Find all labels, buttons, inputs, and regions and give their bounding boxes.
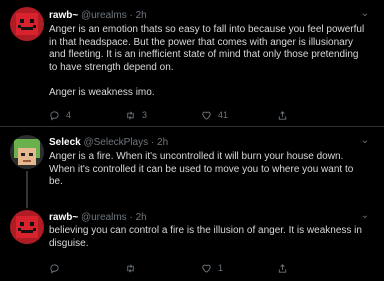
reply-count: 4 bbox=[66, 109, 72, 120]
display-name[interactable]: Seleck bbox=[49, 137, 81, 148]
avatar[interactable] bbox=[10, 135, 44, 169]
retweet-count: 3 bbox=[142, 109, 148, 120]
tweet[interactable]: Seleck @SeleckPlays · 2h ⌄ Anger is a fi… bbox=[0, 127, 384, 204]
green-hair-pixel-face-avatar bbox=[10, 135, 44, 169]
share-icon bbox=[278, 263, 287, 273]
like-button[interactable]: 41 bbox=[201, 108, 228, 122]
thread-line bbox=[26, 171, 28, 204]
tweet-paragraph: believing you can control a fire is the … bbox=[49, 225, 362, 249]
tweet-paragraph: Anger is weakness imo. bbox=[49, 86, 155, 98]
separator-dot: · bbox=[129, 10, 133, 21]
timestamp[interactable]: 2h bbox=[136, 212, 147, 223]
tweet-text: believing you can control a fire is the … bbox=[49, 225, 367, 250]
retweet-button[interactable] bbox=[125, 261, 142, 275]
separator-dot: · bbox=[150, 137, 155, 148]
timestamp[interactable]: 2h bbox=[157, 137, 168, 148]
display-name[interactable]: rawb~ bbox=[49, 212, 78, 223]
red-pixel-face-avatar bbox=[10, 210, 44, 244]
tweet-header: Seleck @SeleckPlays · 2h bbox=[49, 137, 168, 149]
like-count: 1 bbox=[218, 262, 224, 273]
user-handle[interactable]: @urealms bbox=[81, 10, 127, 21]
tweet-actions: 1 bbox=[49, 261, 349, 275]
tweet-text: Anger is a fire. When it's uncontrolled … bbox=[49, 151, 367, 189]
reply-button[interactable] bbox=[49, 261, 66, 275]
tweet-header: rawb~ @urealms · 2h bbox=[49, 212, 147, 224]
reply-button[interactable]: 4 bbox=[49, 108, 71, 122]
like-button[interactable]: 1 bbox=[201, 261, 223, 275]
tweet[interactable]: rawb~ @urealms · 2h ⌄ believing you can … bbox=[0, 204, 384, 281]
thread-line bbox=[26, 204, 28, 208]
tweet-paragraph: Anger is a fire. When it's uncontrolled … bbox=[49, 151, 354, 187]
more-icon[interactable]: ⌄ bbox=[358, 9, 372, 19]
timestamp[interactable]: 2h bbox=[136, 10, 147, 21]
heart-icon bbox=[202, 111, 211, 120]
retweet-icon bbox=[127, 111, 134, 119]
tweet-text: Anger is an emotion thats so easy to fal… bbox=[49, 24, 367, 99]
tweet[interactable]: rawb~ @urealms · 2h ⌄ Anger is an emotio… bbox=[0, 0, 384, 126]
tweet-actions: 4 3 41 bbox=[49, 108, 349, 122]
tweet-paragraph: Anger is an emotion thats so easy to fal… bbox=[49, 24, 365, 73]
display-name[interactable]: rawb~ bbox=[49, 10, 78, 21]
tweet-header: rawb~ @urealms · 2h bbox=[49, 10, 147, 22]
share-button[interactable] bbox=[277, 108, 288, 122]
heart-icon bbox=[202, 264, 211, 273]
retweet-button[interactable]: 3 bbox=[125, 108, 147, 122]
user-handle[interactable]: @SeleckPlays bbox=[83, 137, 148, 148]
reply-icon bbox=[50, 110, 59, 121]
share-icon bbox=[278, 110, 287, 120]
reply-icon bbox=[50, 263, 59, 274]
tweet-feed: rawb~ @urealms · 2h ⌄ Anger is an emotio… bbox=[0, 0, 384, 281]
avatar[interactable] bbox=[10, 7, 44, 41]
user-handle[interactable]: @urealms bbox=[81, 212, 127, 223]
avatar[interactable] bbox=[10, 210, 44, 244]
separator-dot: · bbox=[129, 212, 133, 223]
share-button[interactable] bbox=[277, 261, 288, 275]
more-icon[interactable]: ⌄ bbox=[358, 136, 372, 146]
retweet-icon bbox=[127, 264, 134, 272]
red-pixel-face-avatar bbox=[10, 7, 44, 41]
like-count: 41 bbox=[218, 109, 229, 120]
more-icon[interactable]: ⌄ bbox=[358, 211, 372, 221]
